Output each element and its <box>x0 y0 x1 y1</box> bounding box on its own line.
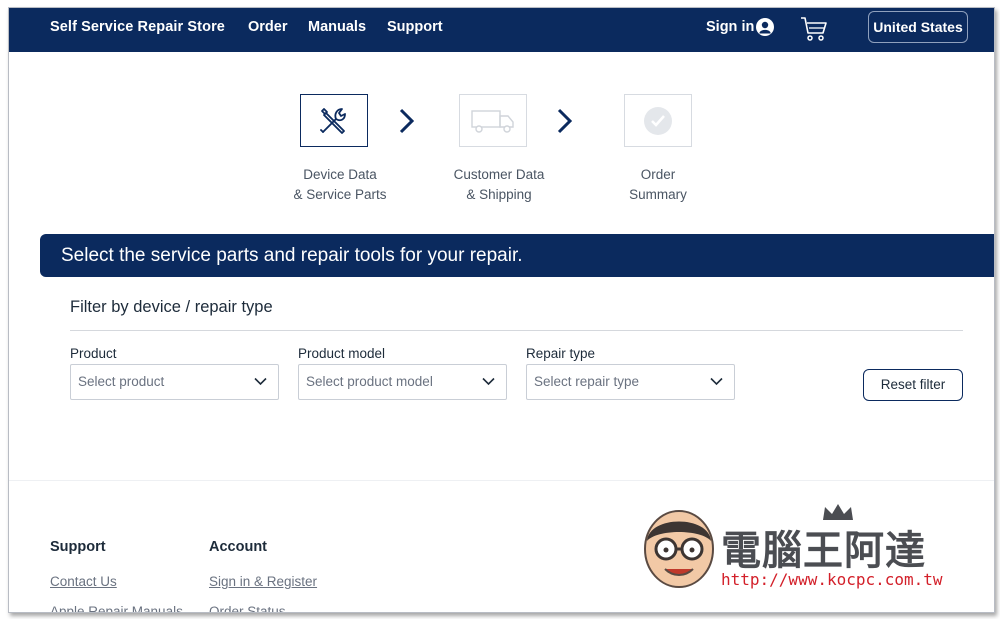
nav-support-link[interactable]: Support <box>387 19 443 35</box>
truck-icon <box>471 109 514 133</box>
chevron-right-icon <box>399 108 415 134</box>
product-model-label: Product model <box>298 346 386 361</box>
repair-type-label: Repair type <box>526 346 596 361</box>
footer-sign-in-register-link[interactable]: Sign in & Register <box>209 574 317 589</box>
watermark-mascot-icon <box>644 510 714 588</box>
top-navigation-bar: Self Service Repair Store Order Manuals … <box>9 8 994 52</box>
step-order-summary <box>624 94 692 147</box>
step-label-customer-data: Customer Data & Shipping <box>453 167 545 202</box>
product-label: Product <box>70 346 117 361</box>
chevron-right-icon <box>557 108 573 134</box>
tools-icon <box>320 107 346 134</box>
reset-filter-button[interactable]: Reset filter <box>863 369 963 401</box>
step-device-data <box>300 94 368 147</box>
chevron-down-icon <box>254 377 267 386</box>
footer-contact-us-link[interactable]: Contact Us <box>50 574 117 589</box>
nav-manuals-link[interactable]: Manuals <box>308 19 366 35</box>
product-select[interactable]: Select product <box>70 364 279 400</box>
product-model-select[interactable]: Select product model <box>298 364 507 400</box>
country-selector-button[interactable]: United States <box>868 11 968 43</box>
chevron-down-icon <box>710 377 723 386</box>
filter-section-title: Filter by device / repair type <box>70 298 273 316</box>
repair-type-select-placeholder: Select repair type <box>534 374 640 389</box>
watermark-title: 電腦王阿達 <box>721 528 926 574</box>
product-model-select-placeholder: Select product model <box>306 374 433 389</box>
nav-order-link[interactable]: Order <box>248 19 288 35</box>
step-label-order-summary: Order Summary <box>629 167 687 202</box>
repair-type-select[interactable]: Select repair type <box>526 364 735 400</box>
shopping-cart-icon[interactable] <box>800 16 828 42</box>
footer-support-heading: Support <box>50 539 106 555</box>
watermark-url: http://www.kocpc.com.tw <box>721 570 943 589</box>
footer-account-heading: Account <box>209 539 267 555</box>
store-brand-link[interactable]: Self Service Repair Store <box>50 19 225 35</box>
check-circle-icon <box>644 106 672 135</box>
browser-viewport: Self Service Repair Store Order Manuals … <box>8 7 995 613</box>
step-label-device-data: Device Data & Service Parts <box>293 167 387 202</box>
footer-order-status-link[interactable]: Order Status <box>209 604 286 612</box>
user-account-icon[interactable] <box>756 18 774 36</box>
sign-in-link[interactable]: Sign in <box>706 19 754 35</box>
step-customer-data <box>459 94 527 147</box>
footer-repair-manuals-link[interactable]: Apple Repair Manuals <box>50 604 183 612</box>
product-select-placeholder: Select product <box>78 374 165 389</box>
footer-divider <box>9 480 994 481</box>
instruction-banner: Select the service parts and repair tool… <box>40 234 994 277</box>
filter-divider <box>70 330 963 331</box>
chevron-down-icon <box>482 377 495 386</box>
